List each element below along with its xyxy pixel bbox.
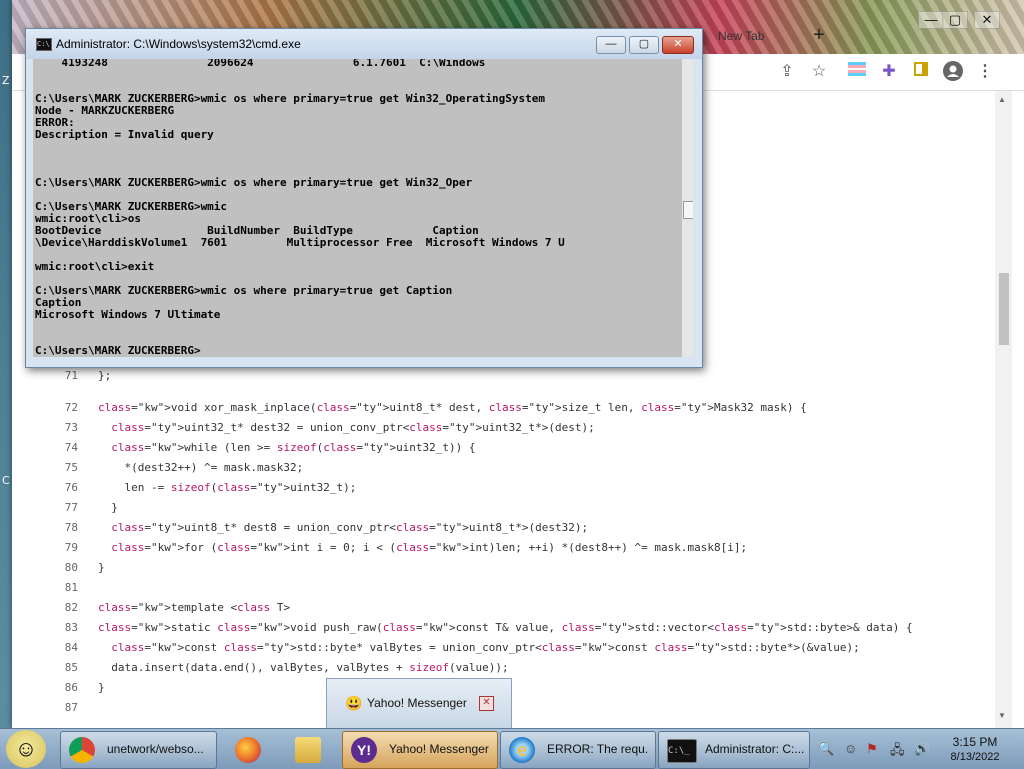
cmd-window: C:\ Administrator: C:\Windows\system32\c…	[25, 28, 703, 368]
desktop: Z C 7 1 New Tab + — ▢ ✕ ⇪ ☆ ✚ ⋮	[0, 0, 1024, 728]
cmd-close-button[interactable]: ✕	[662, 36, 694, 54]
browser-tab-label: New Tab	[718, 29, 765, 43]
browser-tab[interactable]: New Tab	[702, 26, 806, 48]
cmd-maximize-button[interactable]: ▢	[629, 36, 659, 54]
cmd-icon: C:\_	[667, 739, 697, 763]
yahoo-icon: Y!	[351, 737, 377, 763]
cmd-minimize-button[interactable]: —	[596, 36, 626, 54]
volume-icon[interactable]: 🔊	[914, 741, 930, 757]
folder-icon	[295, 737, 321, 763]
desktop-edge-letter: C	[2, 474, 10, 487]
more-menu-icon[interactable]: ⋮	[974, 61, 996, 83]
cmd-titlebar[interactable]: C:\ Administrator: C:\Windows\system32\c…	[26, 29, 702, 59]
internet-explorer-icon: e	[509, 737, 535, 763]
cmd-output: 4193248 2096624 6.1.7601 C:\Windows C:\U…	[35, 59, 565, 357]
start-smiley-icon: ☺	[14, 736, 38, 761]
taskbar-item-label: unetwork/webso...	[107, 742, 204, 756]
cmd-scroll-thumb[interactable]	[683, 201, 693, 219]
tray-time[interactable]: 3:15 PM	[935, 735, 1015, 749]
start-button[interactable]: ☺	[6, 730, 46, 768]
side-panel-icon[interactable]	[910, 61, 932, 83]
yahoo-popup-label: Yahoo! Messenger	[367, 696, 467, 710]
browser-maximize-button[interactable]: ▢	[942, 11, 968, 29]
scroll-thumb[interactable]	[999, 273, 1009, 345]
smiley-tray-icon[interactable]: ☺	[844, 741, 857, 756]
cmd-console[interactable]: 4193248 2096624 6.1.7601 C:\Windows C:\U…	[33, 59, 693, 357]
taskbar-item-explorer[interactable]	[284, 731, 334, 769]
tray-date[interactable]: 8/13/2022	[935, 751, 1015, 763]
taskbar-item-ie[interactable]: e ERROR: The requ...	[500, 731, 656, 769]
taskbar-item-chrome[interactable]: unetwork/webso...	[60, 731, 217, 769]
desktop-edge-letter: Z	[2, 74, 10, 87]
action-center-flag-icon[interactable]: ⚑	[866, 741, 878, 757]
new-tab-button[interactable]: +	[808, 24, 830, 46]
profile-avatar-icon[interactable]	[942, 61, 964, 83]
cmd-title: Administrator: C:\Windows\system32\cmd.e…	[56, 37, 301, 51]
bookmark-star-icon[interactable]: ☆	[808, 61, 830, 83]
taskbar-item-label: Yahoo! Messenger	[389, 742, 489, 756]
yahoo-messenger-popup[interactable]: 😃 Yahoo! Messenger ✕	[326, 678, 512, 728]
taskbar-item-yahoo[interactable]: Y! Yahoo! Messenger	[342, 731, 498, 769]
chrome-icon	[69, 737, 95, 763]
taskbar-item-label: ERROR: The requ...	[547, 742, 647, 756]
browser-close-button[interactable]: ✕	[974, 11, 1000, 29]
network-icon[interactable]: 🖧	[890, 741, 905, 763]
firefox-icon	[235, 737, 261, 763]
cmd-icon: C:\	[36, 38, 52, 51]
taskbar-item-firefox[interactable]	[224, 731, 274, 769]
yahoo-popup-close-button[interactable]: ✕	[479, 696, 494, 711]
extension-flag-icon[interactable]	[846, 61, 868, 83]
cmd-scrollbar[interactable]	[682, 59, 693, 357]
scroll-down-icon[interactable]: ▼	[998, 711, 1006, 720]
scroll-up-icon[interactable]: ▲	[998, 95, 1006, 104]
taskbar-item-cmd[interactable]: C:\_ Administrator: C:...	[658, 731, 810, 769]
extensions-puzzle-icon[interactable]: ✚	[878, 61, 900, 83]
browser-scrollbar[interactable]: ▲ ▼	[995, 91, 1012, 728]
browser-minimize-button[interactable]: —	[918, 11, 944, 29]
taskbar: ☺ unetwork/webso... Y! Yahoo! Messenger …	[0, 728, 1024, 769]
share-icon[interactable]: ⇪	[776, 61, 798, 83]
taskbar-item-label: Administrator: C:...	[705, 742, 805, 756]
yahoo-smiley-icon: 😃	[345, 695, 363, 711]
search-icon[interactable]: 🔍	[818, 741, 834, 757]
